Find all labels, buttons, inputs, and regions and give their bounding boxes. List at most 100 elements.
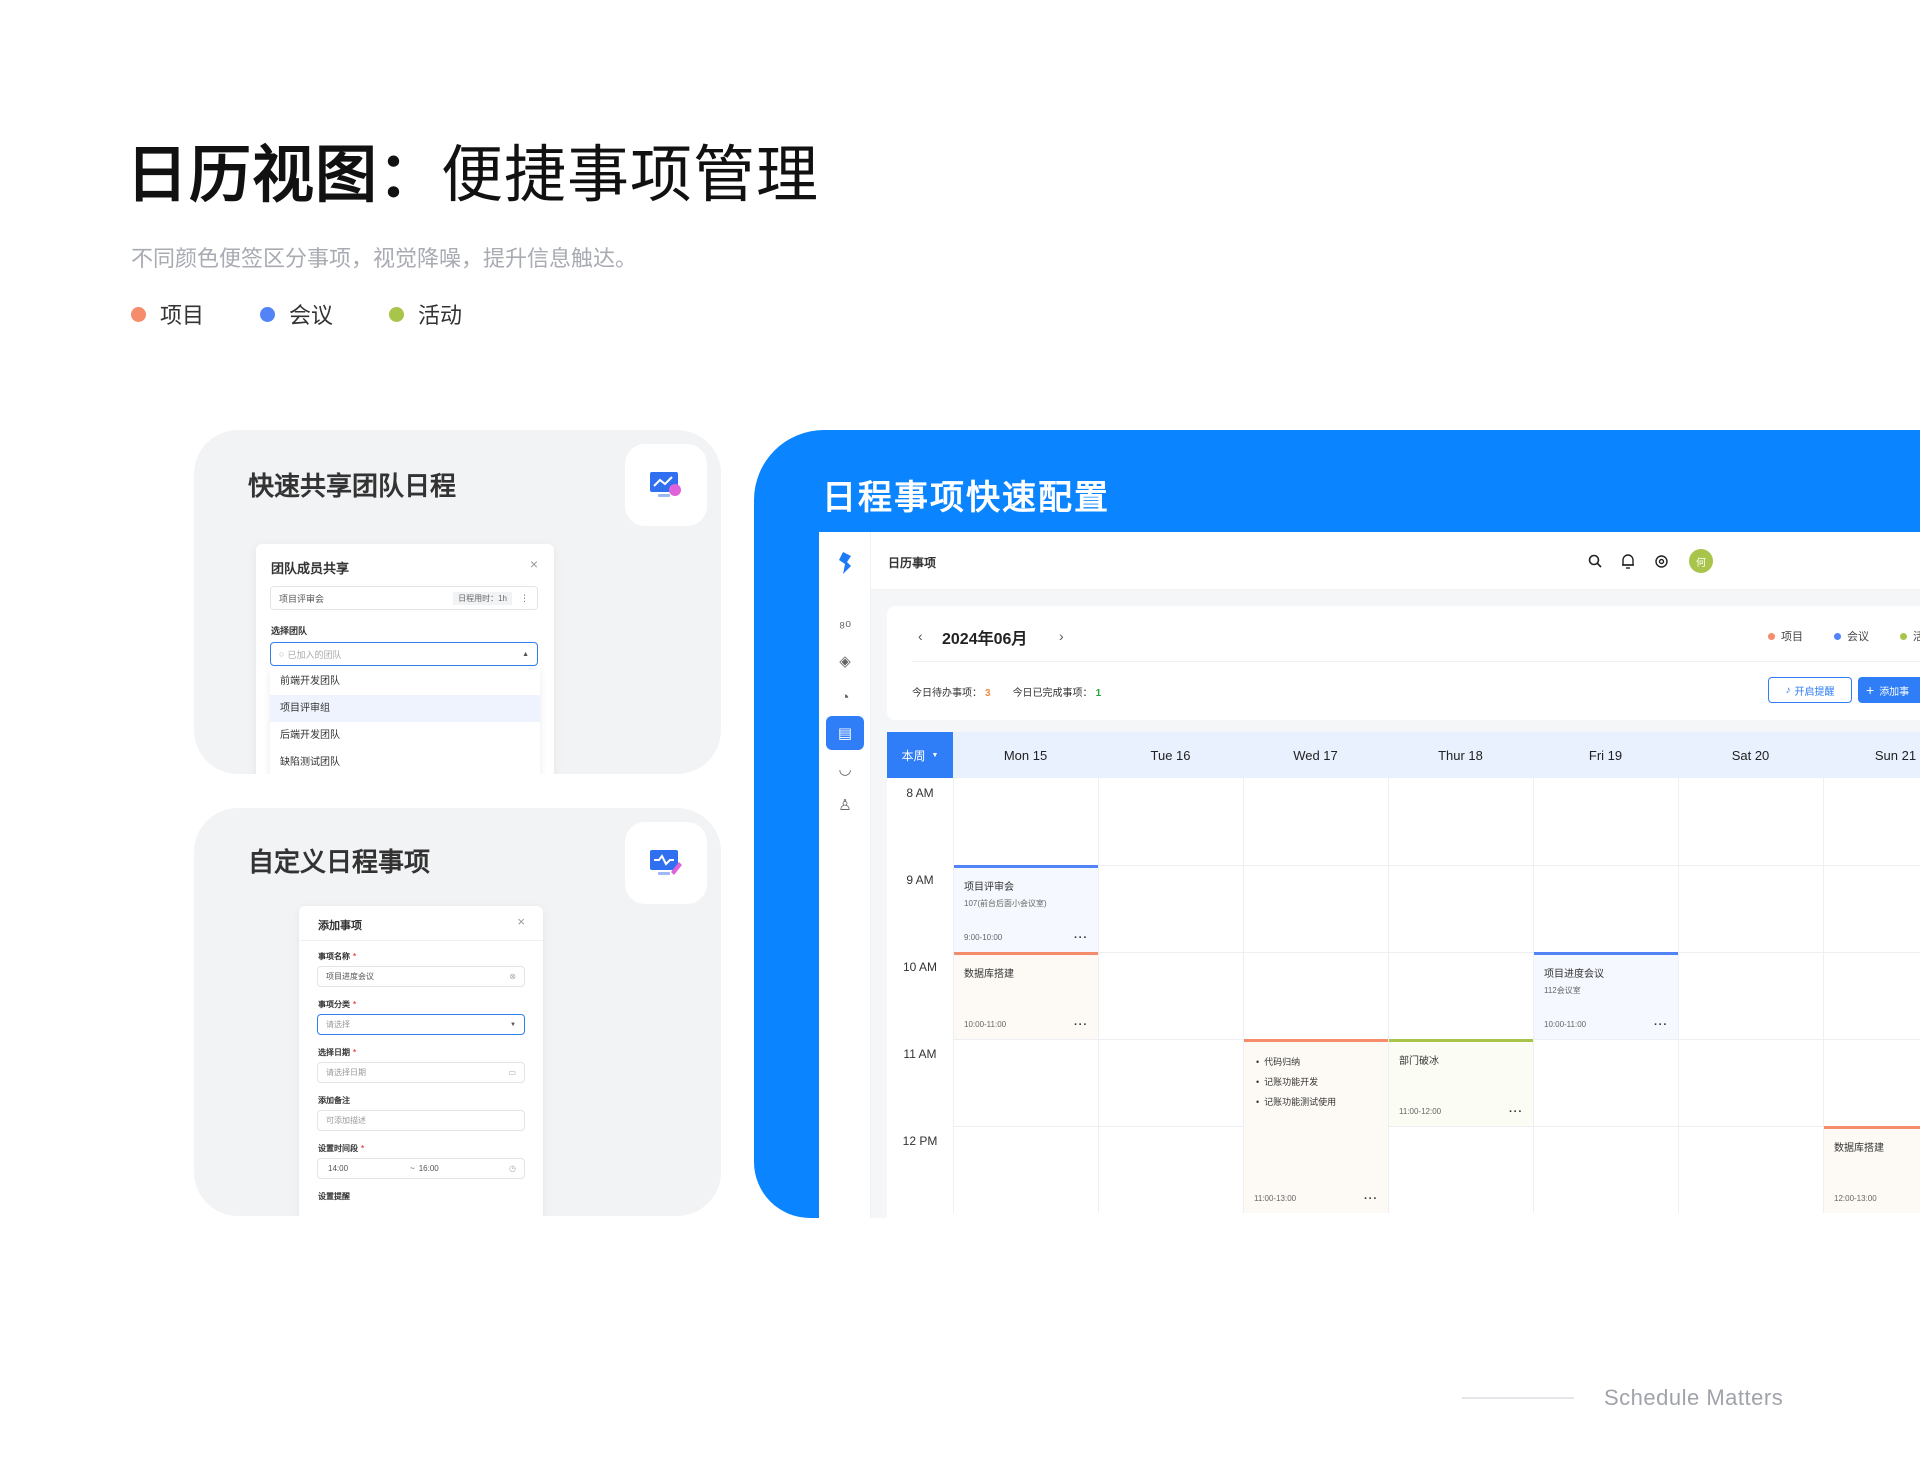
event-card-activity[interactable]: 部门破冰 11:00-12:00 ··· bbox=[1389, 1039, 1533, 1126]
event-checklist: 代码归纳记账功能开发记账功能测试使用 bbox=[1256, 1052, 1336, 1112]
card-title: 自定义日程事项 bbox=[248, 847, 431, 877]
week-view-dropdown[interactable]: 本周 ▼ bbox=[887, 732, 953, 778]
time-label: 12 PM bbox=[902, 1134, 938, 1148]
next-month-button[interactable]: › bbox=[1059, 628, 1064, 644]
date-label: 选择日期 * bbox=[318, 1048, 357, 1057]
event-card-meeting[interactable]: 项目进度会议 112会议室 10:00-11:00 ··· bbox=[1534, 952, 1678, 1039]
bell-icon: ♪ bbox=[1785, 684, 1791, 696]
legend-dot bbox=[260, 306, 276, 322]
event-name: 数据库搭建 bbox=[1834, 1143, 1884, 1154]
toolbar-legend-meeting: 会议 bbox=[1834, 628, 1869, 644]
event-name: 项目评审会 bbox=[964, 882, 1014, 893]
day-header[interactable]: Sun 21 bbox=[1823, 732, 1920, 778]
app-logo-icon bbox=[837, 552, 853, 579]
event-card-project[interactable]: 代码归纳记账功能开发记账功能测试使用 11:00-13:00 ··· bbox=[1244, 1039, 1388, 1213]
pie-chart-icon[interactable]: ◔ bbox=[826, 680, 864, 714]
layers-icon[interactable]: ◈ bbox=[826, 644, 864, 678]
team-option[interactable]: 前端开发团队 bbox=[270, 668, 540, 695]
time-start: 14:00 bbox=[328, 1164, 349, 1173]
dashboard-icon[interactable]: ⁸⁰ bbox=[826, 610, 864, 644]
prev-month-button[interactable]: ‹ bbox=[918, 628, 923, 644]
day-header[interactable]: Tue 16 bbox=[1098, 732, 1243, 778]
dialog-title: 添加事项 bbox=[318, 920, 362, 932]
time-label: 9 AM bbox=[906, 873, 934, 887]
dialog-title: 团队成员共享 bbox=[271, 561, 350, 576]
color-legend: 项目 会议 活动 bbox=[131, 298, 462, 330]
day-header[interactable]: Fri 19 bbox=[1533, 732, 1678, 778]
legend-dot bbox=[131, 306, 146, 322]
more-icon[interactable]: ··· bbox=[1654, 1019, 1668, 1031]
main-content: ‹ 2024年06月 › 项目 会议 活 今日待办事项： 3 今日已完成事项： 1 … bbox=[871, 590, 1920, 1218]
more-icon[interactable]: ··· bbox=[1074, 1019, 1088, 1031]
clock-icon: ◷ bbox=[509, 1164, 516, 1173]
plus-icon: + bbox=[1866, 682, 1875, 698]
checklist-item: 记账功能测试使用 bbox=[1256, 1092, 1336, 1112]
event-time: 10:00-11:00 bbox=[964, 1020, 1007, 1029]
toolbar-divider bbox=[912, 661, 1920, 662]
week-calendar: 本周 ▼ Mon 15 Tue 16 Wed 17 Thur 18 Fri 19 Sat 2… bbox=[887, 732, 1920, 1218]
team-search-input[interactable]: ○ 已加入的团队 ▲ bbox=[270, 642, 538, 666]
avatar[interactable]: 何 bbox=[1689, 549, 1713, 573]
event-card-project[interactable]: 数据库搭建12:00-13:00··· bbox=[1824, 1126, 1920, 1213]
event-field[interactable]: 项目评审会 日程用时：1h ⋮ bbox=[270, 586, 538, 610]
day-gridline bbox=[1678, 778, 1679, 1213]
card-share-schedule: 快速共享团队日程 团队成员共享 × 项目评审会 日程用时：1h ⋮ 选择团队 ○… bbox=[194, 430, 721, 774]
team-option[interactable]: 后端开发团队 bbox=[270, 722, 540, 749]
add-event-button[interactable]: + 添加事 bbox=[1858, 677, 1920, 703]
event-location: 107(前台后面小会议室) bbox=[964, 899, 1047, 908]
team-option[interactable]: 缺陷测试团队 bbox=[270, 749, 540, 774]
page-title-regular: 便捷事项管理 bbox=[441, 141, 820, 210]
search-icon[interactable] bbox=[1584, 550, 1606, 572]
app-name: 日历事项 bbox=[888, 556, 937, 570]
day-header[interactable]: Thur 18 bbox=[1388, 732, 1533, 778]
chevron-down-icon: ▼ bbox=[931, 751, 939, 759]
share-calendar-icon bbox=[625, 444, 707, 526]
week-label: 本周 bbox=[901, 748, 926, 763]
time-range-input[interactable]: 14:00 ~ 16:00 ◷ bbox=[317, 1158, 525, 1179]
more-icon[interactable]: ··· bbox=[1509, 1106, 1523, 1118]
more-icon[interactable]: ··· bbox=[1364, 1193, 1378, 1205]
chevron-up-icon: ▲ bbox=[522, 650, 529, 658]
inbox-icon[interactable]: ◡ bbox=[826, 752, 864, 786]
add-label: 添加事 bbox=[1879, 686, 1910, 698]
remind-label: 设置提醒 bbox=[318, 1192, 350, 1201]
close-icon[interactable]: × bbox=[517, 914, 525, 929]
legend-label: 会议 bbox=[289, 303, 334, 328]
bell-icon[interactable] bbox=[1617, 550, 1639, 572]
note-input[interactable]: 可添加描述 bbox=[317, 1110, 525, 1131]
done-label: 今日已完成事项： bbox=[1012, 688, 1093, 699]
event-card-meeting[interactable]: 项目评审会 107(前台后面小会议室) 9:00-10:00 ··· bbox=[954, 865, 1098, 952]
team-share-dialog: 团队成员共享 × 项目评审会 日程用时：1h ⋮ 选择团队 ○ 已加入的团队 ▲… bbox=[256, 544, 554, 774]
day-header[interactable]: Mon 15 bbox=[953, 732, 1098, 778]
dialog-divider bbox=[299, 940, 543, 941]
enable-reminder-button[interactable]: ♪ 开启提醒 bbox=[1768, 677, 1852, 703]
event-time: 11:00-12:00 bbox=[1399, 1107, 1442, 1116]
close-icon[interactable]: × bbox=[530, 556, 538, 572]
page-title: 日历视图：便捷事项管理 bbox=[126, 124, 819, 214]
legend-item-project: 项目 bbox=[131, 298, 204, 330]
card-custom-event: 自定义日程事项 添加事项 × 事项名称 * 项目进度会议 ⊗ 事项分类 * 请选择 … bbox=[194, 808, 721, 1216]
more-icon[interactable]: ··· bbox=[1074, 932, 1088, 944]
day-header[interactable]: Sat 20 bbox=[1678, 732, 1823, 778]
event-name-input[interactable]: 项目进度会议 ⊗ bbox=[317, 966, 525, 987]
clear-icon[interactable]: ⊗ bbox=[509, 972, 516, 981]
legend-dot bbox=[389, 306, 405, 322]
gear-icon[interactable] bbox=[1650, 550, 1672, 572]
team-option-selected[interactable]: 项目评审组 bbox=[270, 695, 540, 722]
event-time: 9:00-10:00 bbox=[964, 933, 1003, 942]
event-name: 项目进度会议 bbox=[1544, 969, 1604, 980]
more-icon[interactable]: ⋮ bbox=[520, 593, 529, 604]
time-label-text: 设置时间段 bbox=[318, 1144, 358, 1153]
user-icon[interactable]: ♙ bbox=[826, 788, 864, 822]
calendar-nav-icon[interactable]: ▤ bbox=[826, 716, 864, 750]
event-type-select[interactable]: 请选择 ▼ bbox=[317, 1014, 525, 1035]
time-label: 8 AM bbox=[906, 786, 934, 800]
type-placeholder: 请选择 bbox=[326, 1020, 350, 1029]
day-header[interactable]: Wed 17 bbox=[1243, 732, 1388, 778]
event-time: 10:00-11:00 bbox=[1544, 1020, 1587, 1029]
event-card-project[interactable]: 数据库搭建 10:00-11:00 ··· bbox=[954, 952, 1098, 1039]
type-label-text: 事项分类 bbox=[318, 1000, 350, 1009]
todo-stat: 今日待办事项： 3 bbox=[912, 684, 991, 699]
date-picker[interactable]: 请选择日期 ▭ bbox=[317, 1062, 525, 1083]
card-title: 快速共享团队日程 bbox=[248, 471, 457, 501]
